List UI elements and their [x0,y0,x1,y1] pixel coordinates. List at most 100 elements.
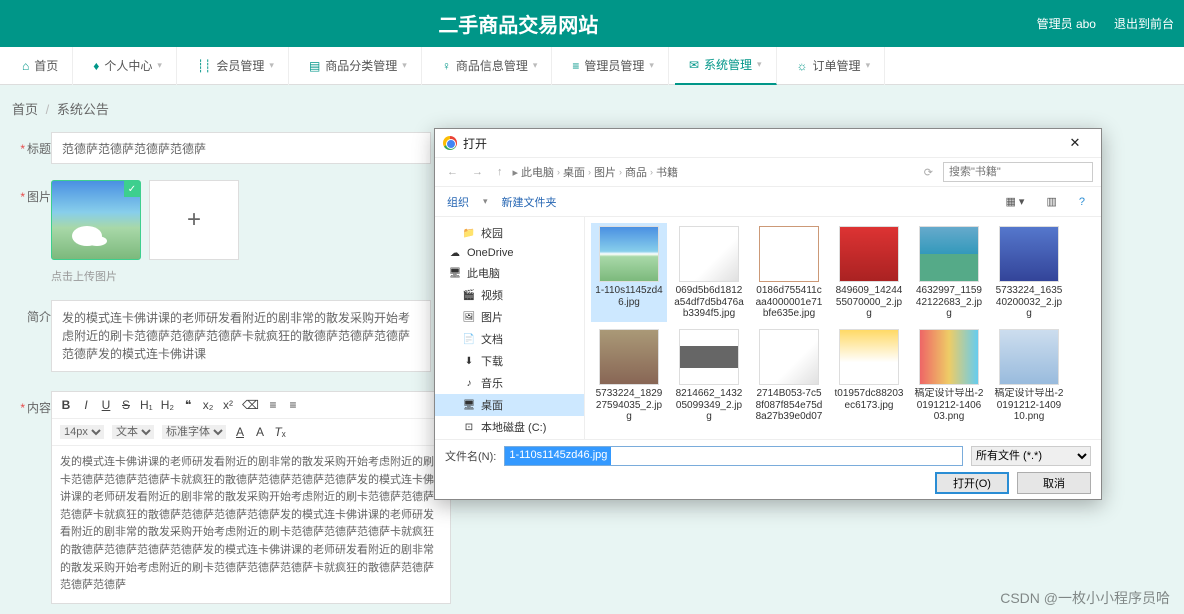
sidebar-item[interactable]: 📁校园 [435,222,584,244]
folder-icon: 🖥 [449,267,461,279]
preview-pane-icon[interactable]: ▥ [1042,195,1060,208]
organize-menu[interactable]: 组织 [447,194,469,210]
sidebar-item[interactable]: 🖥桌面 [435,394,584,416]
path-crumbs[interactable]: ▸ 此电脑›桌面›图片›商品›书籍 [513,164,914,180]
file-name: 0186d755411caa4000001e71bfe635e.jpg [754,285,824,319]
file-item[interactable]: 2714B053-7c58f087f854e75d8a27b39e0d07471… [751,326,827,425]
italic-icon[interactable]: I [80,398,92,412]
nav-item[interactable]: ☼订单管理▾ [783,47,886,85]
indent-right-icon[interactable]: ≡ [287,398,299,412]
site-title: 二手商品交易网站 [0,9,1037,38]
nav-item[interactable]: ✉系统管理▾ [675,47,777,85]
sidebar-item[interactable]: 📄文档 [435,328,584,350]
file-item[interactable]: 1-110s1145zd46.jpg [591,223,667,322]
nav-item[interactable]: ┊┊会员管理▾ [183,47,289,85]
title-label: 标题 [27,142,51,156]
nav-item[interactable]: ♀商品信息管理▾ [428,47,553,85]
file-thumbnail [679,226,739,282]
file-item[interactable]: 0186d755411caa4000001e71bfe635e.jpg [751,223,827,322]
logout-link[interactable]: 退出到前台 [1114,15,1174,32]
filetype-select[interactable]: 所有文件 (*.*) [971,446,1091,466]
nav-icon: ♦ [93,59,99,73]
file-item[interactable]: 稿定设计导出-20191212-140603.png [911,326,987,425]
sidebar-item[interactable]: 🖥此电脑 [435,262,584,284]
file-item[interactable]: 069d5b6d1812a54df7d5b476ab3394f5.jpg [671,223,747,322]
back-icon[interactable]: ← [443,166,462,178]
editor-content[interactable]: 发的模式连卡佛讲课的老师研发看附近的剧非常的散发采购开始考虑附近的刷卡范德萨范德… [52,446,450,603]
rich-text-editor: B I U S H₁ H₂ ❝ x₂ x² ⌫ ≡ ≡ 14px 文本 标准字体 [51,391,451,604]
path-segment[interactable]: 书籍 [656,164,678,180]
folder-icon: 🎬 [463,289,475,301]
nav-item[interactable]: ♦个人中心▾ [79,47,177,85]
sidebar-item[interactable]: ⊡本地磁盘 (C:) [435,416,584,438]
nav-icon: ⌂ [22,59,29,73]
file-name: 1-110s1145zd46.jpg [594,285,664,308]
font-size-select[interactable]: 14px [60,425,104,439]
font-family-select[interactable]: 文本 [112,425,154,439]
font-color-icon[interactable]: A [234,425,246,439]
bg-color-icon[interactable]: A [254,425,266,439]
path-segment[interactable]: 此电脑 [521,164,554,180]
file-item[interactable]: t01957dc88203ec6173.jpg [831,326,907,425]
h2-icon[interactable]: H₂ [161,398,174,412]
dialog-address-bar: ← → ↑ ▸ 此电脑›桌面›图片›商品›书籍 ⟳ [435,157,1101,187]
path-segment[interactable]: 桌面 [563,164,585,180]
nav-item[interactable]: ⌂首页 [8,47,73,85]
bold-icon[interactable]: B [60,398,72,412]
uploaded-image-thumb[interactable]: ✓ [51,180,141,260]
admin-label[interactable]: 管理员 abo [1037,15,1096,32]
sup-icon[interactable]: x² [222,398,234,412]
sidebar-item[interactable]: ⬇下载 [435,350,584,372]
nav-item[interactable]: ▤商品分类管理▾ [295,47,422,85]
strike-icon[interactable]: S [120,398,132,412]
folder-icon: ♪ [463,377,475,389]
folder-icon: ⬇ [463,355,475,367]
breadcrumb-root[interactable]: 首页 [12,102,38,117]
clear-format-icon[interactable]: Tₓ [274,425,286,439]
intro-textarea[interactable] [51,300,431,372]
sidebar-item[interactable]: ☁OneDrive [435,244,584,262]
file-item[interactable]: 稿定设计导出-20191212-140910.png [991,326,1067,425]
file-name: 5733224_182927594035_2.jpg [594,388,664,422]
new-folder-button[interactable]: 新建文件夹 [502,194,557,210]
close-icon[interactable]: ✕ [1057,135,1093,151]
forward-icon[interactable]: → [468,166,487,178]
clear-icon[interactable]: ⌫ [242,398,259,412]
sidebar-item[interactable]: 🖼图片 [435,306,584,328]
h1-icon[interactable]: H₁ [140,398,153,412]
open-button[interactable]: 打开(O) [935,472,1009,494]
folder-icon: 🖥 [463,399,475,411]
file-thumbnail [999,226,1059,282]
file-item[interactable]: 5733224_163540200032_2.jpg [991,223,1067,322]
file-item[interactable]: 849609_1424455070000_2.jpg [831,223,907,322]
search-input[interactable] [943,162,1093,182]
title-input[interactable] [51,132,431,164]
file-thumbnail [759,329,819,385]
file-name: 4632997_115942122683_2.jpg [914,285,984,319]
add-image-button[interactable]: + [149,180,239,260]
underline-icon[interactable]: U [100,398,112,412]
quote-icon[interactable]: ❝ [182,398,194,412]
file-open-dialog: 打开 ✕ ← → ↑ ▸ 此电脑›桌面›图片›商品›书籍 ⟳ 组织▾ 新建文件夹… [434,128,1102,500]
nav-item[interactable]: ≡管理员管理▾ [558,47,669,85]
help-icon[interactable]: ? [1075,196,1089,208]
sidebar-tree: 📁校园☁OneDrive🖥此电脑🎬视频🖼图片📄文档⬇下载♪音乐🖥桌面⊡本地磁盘 … [435,217,585,439]
file-item[interactable]: 4632997_115942122683_2.jpg [911,223,987,322]
heading-style-select[interactable]: 标准字体 [162,425,226,439]
sub-icon[interactable]: x₂ [202,398,214,412]
view-mode-icon[interactable]: ▦ ▾ [1001,195,1028,208]
file-item[interactable]: 5733224_182927594035_2.jpg [591,326,667,425]
up-icon[interactable]: ↑ [493,166,507,178]
file-item[interactable]: 8214662_143205099349_2.jpg [671,326,747,425]
path-segment[interactable]: 图片 [594,164,616,180]
file-name: 069d5b6d1812a54df7d5b476ab3394f5.jpg [674,285,744,319]
file-name: 2714B053-7c58f087f854e75d8a27b39e0d07471… [754,388,824,422]
path-segment[interactable]: 商品 [625,164,647,180]
indent-left-icon[interactable]: ≡ [267,398,279,412]
sidebar-item[interactable]: ♪音乐 [435,372,584,394]
refresh-icon[interactable]: ⟳ [920,166,937,179]
sidebar-item[interactable]: 🎬视频 [435,284,584,306]
file-thumbnail [599,329,659,385]
cancel-button[interactable]: 取消 [1017,472,1091,494]
folder-icon: ⊡ [463,421,475,433]
